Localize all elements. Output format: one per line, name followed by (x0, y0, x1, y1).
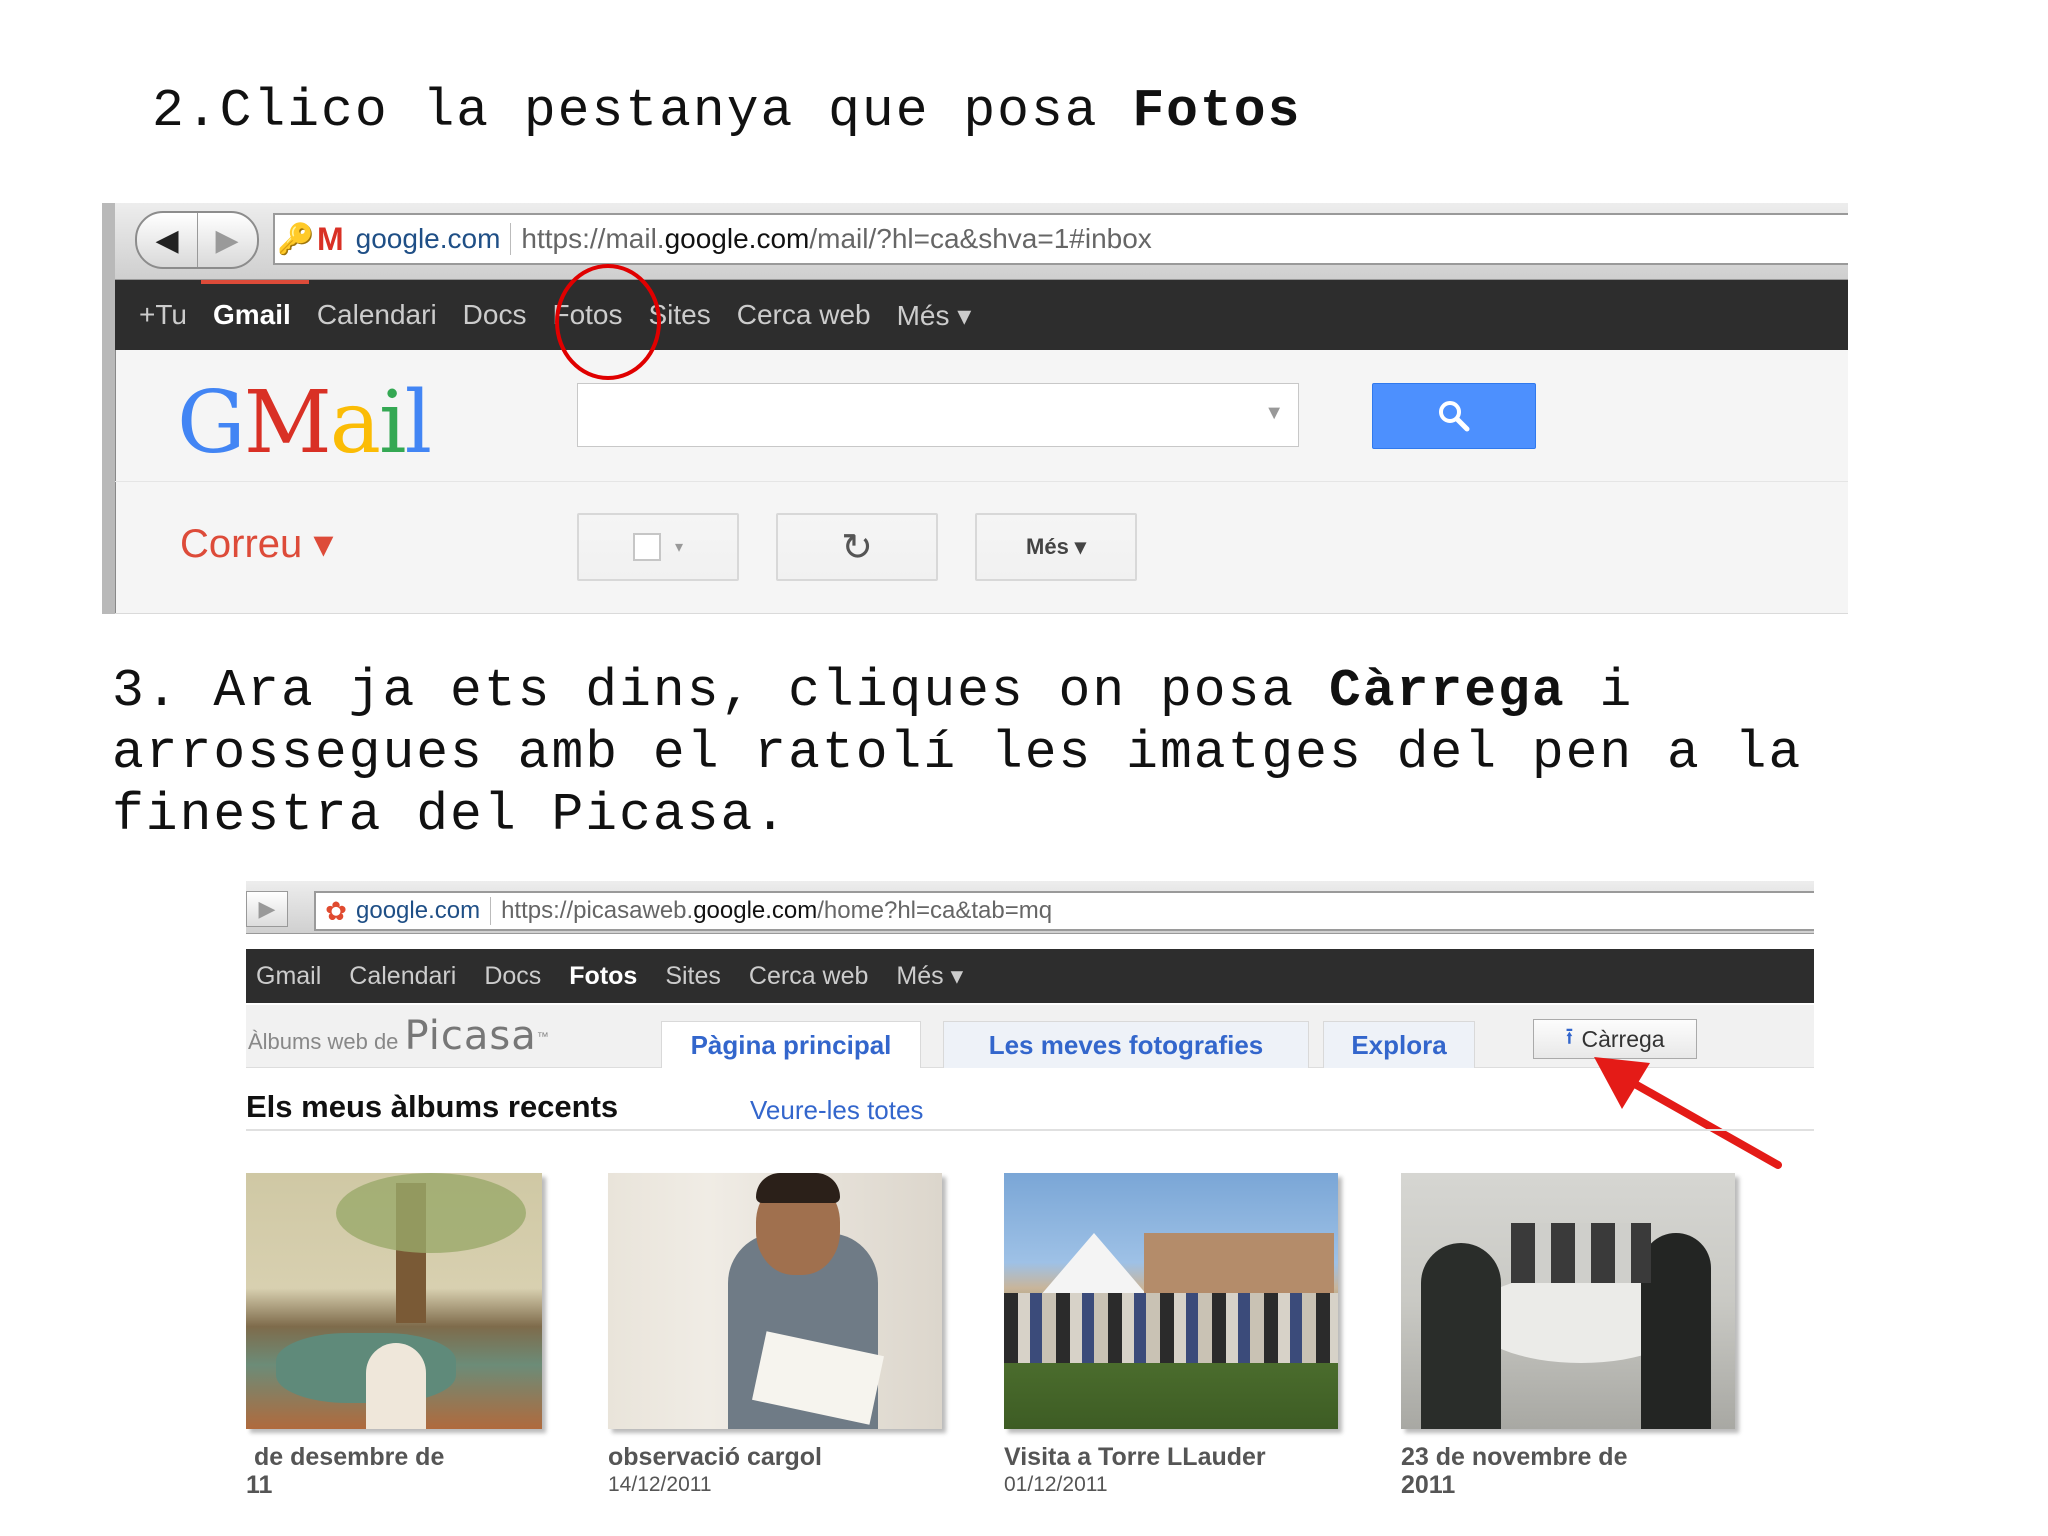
upload-button[interactable]: ⭱ Càrrega (1533, 1019, 1697, 1059)
search-icon (1439, 401, 1470, 432)
album-title[interactable]: de desembre de (254, 1443, 444, 1472)
divider (115, 613, 1848, 614)
nav-gmail[interactable]: Gmail (256, 962, 321, 991)
album-thumbnail[interactable] (246, 1173, 542, 1429)
recent-albums-title: Els meus àlbums recents (246, 1089, 619, 1124)
url-text: https://mail.google.com/mail/?hl=ca&shva… (521, 223, 1152, 254)
address-bar[interactable]: ✿ google.com https://picasaweb.google.co… (314, 891, 1814, 931)
site-domain: google.com (356, 223, 512, 255)
browser-toolbar: ▶ ✿ google.com https://picasaweb.google.… (246, 881, 1814, 934)
step2-bold: Fotos (1132, 81, 1302, 141)
chevron-down-icon: ▾ (674, 539, 684, 556)
album-date: 2011 (1401, 1471, 1456, 1499)
search-button[interactable] (1372, 383, 1536, 449)
gmail-logo: GMail (177, 373, 432, 473)
url-text: https://picasaweb.google.com/home?hl=ca&… (501, 897, 1053, 924)
nav-plus-tu[interactable]: +Tu (139, 299, 187, 331)
nav-gmail[interactable]: Gmail (213, 299, 291, 331)
divider (115, 481, 1848, 482)
browser-toolbar: ◀ ▶ 🔑 M google.com https://mail.google.c… (115, 203, 1848, 280)
google-bar: Gmail Calendari Docs Fotos Sites Cerca w… (246, 949, 1814, 1003)
divider (246, 1129, 1814, 1131)
album-date: 01/12/2011 (1004, 1473, 1108, 1496)
album-thumbnail[interactable] (1004, 1173, 1338, 1429)
nav-buttons: ◀ ▶ (135, 211, 259, 269)
nav-cerca-web[interactable]: Cerca web (749, 962, 869, 991)
album-title[interactable]: observació cargol (608, 1443, 822, 1472)
key-icon: 🔑 (277, 222, 315, 256)
forward-icon[interactable]: ▶ (246, 891, 288, 927)
album-date: 14/12/2011 (608, 1473, 712, 1496)
picasa-screenshot: ▶ ✿ google.com https://picasaweb.google.… (246, 881, 1814, 1503)
nav-calendari[interactable]: Calendari (317, 299, 437, 331)
window-edge (102, 203, 116, 614)
back-icon[interactable]: ◀ (137, 213, 198, 267)
nav-docs[interactable]: Docs (484, 962, 541, 991)
refresh-icon: ↻ (841, 526, 873, 569)
step2-text: Clico la pestanya que posa (219, 81, 1133, 141)
picasa-icon: ✿ (325, 895, 347, 926)
address-bar[interactable]: 🔑 M google.com https://mail.google.com/m… (273, 213, 1848, 265)
google-bar: +Tu Gmail Calendari Docs Fotos Sites Cer… (115, 280, 1848, 350)
step3-line2: arrossegues amb el ratolí les imatges de… (112, 723, 1803, 783)
correu-menu[interactable]: Correu ▾ (180, 521, 333, 567)
tab-explora[interactable]: Explora (1323, 1021, 1475, 1068)
forward-icon[interactable]: ▶ (198, 213, 256, 267)
pointer-arrow (1594, 1057, 1782, 1169)
gmail-screenshot: ◀ ▶ 🔑 M google.com https://mail.google.c… (102, 203, 1848, 614)
step2-caption: 2.Clico la pestanya que posa Fotos (152, 80, 1301, 142)
album-thumbnail[interactable] (608, 1173, 942, 1429)
more-button[interactable]: Més ▾ (975, 513, 1137, 581)
nav-mes[interactable]: Més ▾ (897, 299, 972, 332)
search-input[interactable]: ▼ (577, 383, 1299, 447)
album-date: 11 (246, 1471, 273, 1499)
step3-caption: 3. Ara ja ets dins, cliques on posa Càrr… (112, 660, 1802, 846)
album-title[interactable]: 23 de novembre de (1401, 1443, 1627, 1472)
step3-line3: finestra del Picasa. (112, 785, 789, 845)
nav-sites[interactable]: Sites (665, 962, 721, 991)
nav-cerca-web[interactable]: Cerca web (737, 299, 871, 331)
site-domain: google.com (356, 897, 492, 925)
album-title[interactable]: Visita a Torre LLauder (1004, 1443, 1266, 1472)
refresh-button[interactable]: ↻ (776, 513, 938, 581)
upload-icon: ⭱ (1565, 1022, 1574, 1049)
picasa-brand: Àlbums web de Picasa™ (248, 1013, 549, 1059)
step2-number: 2. (152, 81, 220, 141)
nav-fotos[interactable]: Fotos (569, 962, 637, 991)
tab-les-meves-fotografies[interactable]: Les meves fotografies (943, 1021, 1309, 1068)
nav-mes[interactable]: Més ▾ (896, 961, 963, 991)
select-checkbox-button[interactable]: ▾ (577, 513, 739, 581)
nav-calendari[interactable]: Calendari (349, 962, 456, 991)
album-thumbnail[interactable] (1401, 1173, 1735, 1429)
google-nav: Gmail Calendari Docs Fotos Sites Cerca w… (256, 949, 991, 1003)
tab-pagina-principal[interactable]: Pàgina principal (661, 1021, 921, 1068)
checkbox-icon (632, 533, 661, 561)
highlight-circle (555, 264, 661, 380)
gmail-m-icon: M (317, 220, 344, 257)
see-all-link[interactable]: Veure-les totes (750, 1095, 923, 1126)
search-options-icon[interactable]: ▼ (1264, 402, 1284, 425)
nav-docs[interactable]: Docs (463, 299, 527, 331)
step3-line1: 3. Ara ja ets dins, cliques on posa Càrr… (112, 661, 1634, 721)
